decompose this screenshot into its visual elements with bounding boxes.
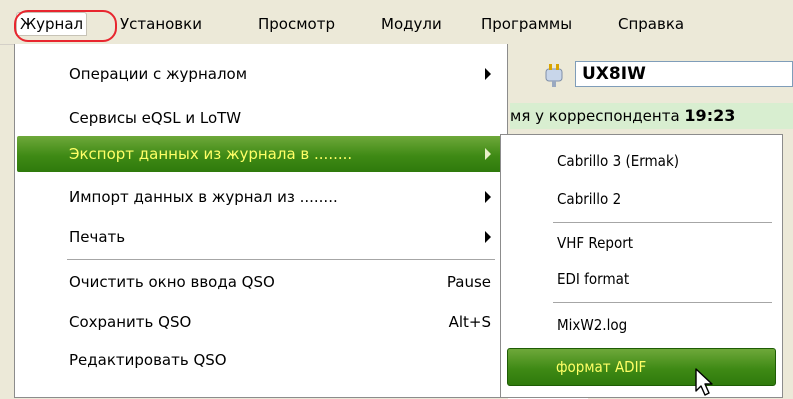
menu-item-label: Очистить окно ввода QSO [69,273,275,291]
export-submenu: Cabrillo 3 (Ermak) Cabrillo 2 VHF Report… [500,134,783,398]
menu-item-label: Импорт данных в журнал из ........ [69,188,338,206]
submenu-item-cabrillo2[interactable]: Cabrillo 2 [503,181,780,217]
menu-item-label: Экспорт данных из журнала в ........ [69,145,353,163]
menu-item-label: Печать [69,228,126,246]
menubar-item-help[interactable]: Справка [614,13,688,35]
menu-item-print[interactable]: Печать [17,219,505,255]
menu-item-label: Редактировать QSO [69,351,227,369]
submenu-arrow-icon [485,191,491,203]
journal-menu: Операции с журналом Сервисы eQSL и LoTW … [14,44,508,398]
menu-item-label: Сохранить QSO [69,313,192,331]
menubar-item-modules[interactable]: Модули [377,13,446,35]
menu-bar: Журнал Установки Просмотр Модули Програм… [0,0,793,45]
submenu-item-vhf-report[interactable]: VHF Report [503,225,780,261]
submenu-item-mixw2-log[interactable]: MixW2.log [503,307,780,343]
menu-item-edit-qso[interactable]: Редактировать QSO [17,342,505,378]
correspondent-time-label: мя у корреспондента [510,107,680,125]
menubar-item-view[interactable]: Просмотр [254,13,339,35]
callsign-field[interactable]: UX8IW [575,61,793,87]
menubar-item-journal[interactable]: Журнал [16,12,88,36]
menu-item-import[interactable]: Импорт данных в журнал из ........ [17,179,505,215]
menu-item-eqsl-lotw[interactable]: Сервисы eQSL и LoTW [17,100,505,136]
menubar-item-programs[interactable]: Программы [477,13,576,35]
menu-item-clear-qso[interactable]: Очистить окно ввода QSO Pause [17,264,505,300]
menu-item-shortcut: Pause [446,273,491,291]
plug-icon[interactable] [540,63,570,89]
menu-item-journal-operations[interactable]: Операции с журналом [17,56,505,92]
submenu-arrow-icon [485,148,491,160]
menu-item-export[interactable]: Экспорт данных из журнала в ........ [17,136,505,172]
correspondent-time-value: 19:23 [684,106,736,125]
correspondent-time: мя у корреспондента 19:23 [510,103,793,129]
submenu-separator [553,222,772,223]
menubar-item-settings[interactable]: Установки [116,13,206,35]
menu-item-label: Операции с журналом [69,65,248,83]
menu-item-save-qso[interactable]: Сохранить QSO Alt+S [17,304,505,340]
submenu-item-adif[interactable]: формат ADIF [507,348,776,386]
menu-item-label: Сервисы eQSL и LoTW [69,109,242,127]
menu-separator [67,259,495,260]
submenu-separator [553,302,772,303]
menu-item-shortcut: Alt+S [448,313,491,331]
submenu-arrow-icon [485,68,491,80]
submenu-item-edi-format[interactable]: EDI format [503,261,780,297]
submenu-item-cabrillo3[interactable]: Cabrillo 3 (Ermak) [503,143,780,179]
submenu-arrow-icon [485,231,491,243]
